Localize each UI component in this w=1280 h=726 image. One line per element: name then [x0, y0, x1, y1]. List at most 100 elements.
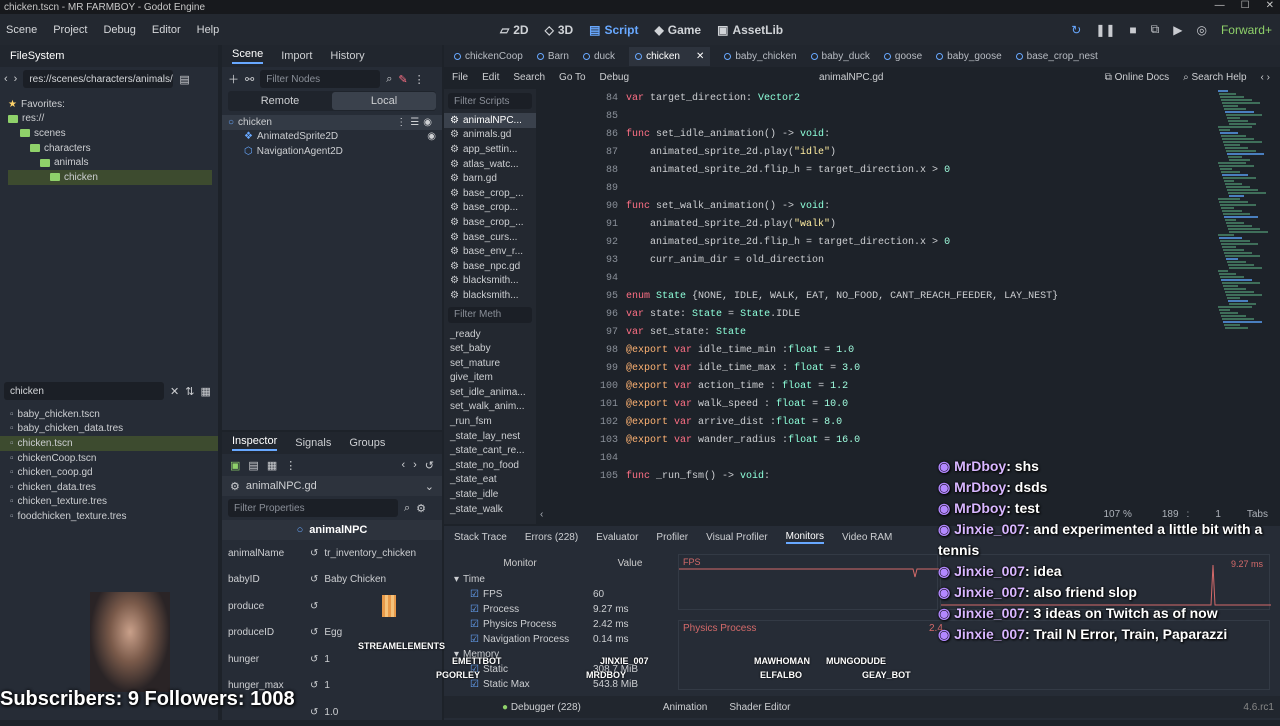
script-tab[interactable]: Barn — [536, 51, 569, 62]
workspace-2d[interactable]: ▱ 2D — [500, 23, 529, 37]
toggle-panel-icon[interactable]: ‹ — [540, 509, 543, 520]
filter-scripts-input[interactable]: Filter Scripts — [448, 93, 532, 109]
debugger-tab[interactable]: Profiler — [656, 532, 688, 543]
method-list-item[interactable]: _state_cant_re... — [444, 443, 536, 458]
history-forward-icon[interactable]: › — [413, 459, 417, 471]
online-docs-button[interactable]: ⧉ Online Docs — [1105, 72, 1169, 83]
debugger-tab[interactable]: Video RAM — [842, 532, 892, 543]
local-button[interactable]: Local — [332, 92, 436, 110]
workspace-assetlib[interactable]: ▣ AssetLib — [717, 23, 783, 37]
revert-icon[interactable]: ↺ — [310, 548, 318, 559]
settings-icon[interactable]: ⚙ — [416, 502, 426, 515]
scene-node-sprite[interactable]: ❖ AnimatedSprite2D ◉ — [222, 130, 442, 145]
script-list-item[interactable]: ⚙ app_settin... — [444, 142, 536, 157]
revert-icon[interactable]: ↺ — [310, 680, 318, 691]
menu-script-debug[interactable]: Debug — [600, 72, 629, 83]
tab-inspector[interactable]: Inspector — [232, 435, 278, 451]
revert-icon[interactable]: ↺ — [310, 574, 318, 585]
tree-item-characters[interactable]: characters — [8, 141, 218, 156]
script-list-item[interactable]: ⚙ barn.gd — [444, 171, 536, 186]
method-list-item[interactable]: _run_fsm — [444, 414, 536, 429]
remote-button[interactable]: Remote — [228, 95, 332, 107]
script-tab[interactable]: chickenCoop — [454, 51, 523, 62]
new-resource-icon[interactable]: ▣ — [230, 459, 240, 472]
menu-goto[interactable]: Go To — [559, 72, 586, 83]
favorites-item[interactable]: ★ Favorites: — [8, 97, 218, 112]
method-list-item[interactable]: give_item — [444, 371, 536, 386]
reload-icon[interactable]: ↻ — [1071, 23, 1081, 37]
menu-scene[interactable]: Scene — [6, 24, 37, 36]
clear-icon[interactable]: ✕ — [170, 385, 179, 398]
menu-search[interactable]: Search — [513, 72, 545, 83]
checkbox[interactable]: ☑ — [470, 589, 479, 600]
property-value[interactable]: Baby Chicken — [324, 574, 436, 585]
property-value[interactable]: Egg — [324, 627, 436, 638]
search-help-button[interactable]: ⌕ Search Help — [1183, 72, 1246, 83]
property-value[interactable]: 1 — [324, 654, 436, 665]
remote-debug-icon[interactable]: ⧉ — [1151, 22, 1160, 37]
method-list-item[interactable]: _state_lay_nest — [444, 429, 536, 444]
checkbox[interactable]: ☑ — [470, 619, 479, 630]
method-list-item[interactable]: _ready — [444, 327, 536, 342]
code-area[interactable]: 84 var target_direction: Vector2 85 86 func … — [582, 89, 1222, 497]
tree-item-scenes[interactable]: scenes — [8, 126, 218, 141]
filesystem-search-input[interactable]: chicken — [4, 382, 164, 400]
visibility-icon[interactable]: ◉ — [427, 131, 436, 142]
script-list-item[interactable]: ⚙ base_env_r... — [444, 244, 536, 259]
code-minimap[interactable] — [1218, 89, 1270, 499]
tab-debugger[interactable]: ● Debugger (228) — [502, 702, 581, 713]
menu-editor[interactable]: Editor — [152, 24, 181, 36]
script-tab[interactable]: baby_goose — [936, 51, 1002, 62]
workspace-script[interactable]: ▤ Script — [589, 23, 638, 37]
revert-icon[interactable]: ↺ — [310, 654, 318, 665]
node-status-icons[interactable]: ⋮☰◉ — [396, 117, 436, 128]
search-result-item[interactable]: ▫ chicken_data.tres — [0, 480, 218, 495]
inspector-resource[interactable]: ⚙ animalNPC.gd ⌄ — [222, 476, 442, 496]
renderer-select[interactable]: Forward+ — [1221, 23, 1272, 37]
script-icon[interactable]: ✎ — [398, 73, 407, 86]
grid-icon[interactable]: ▦ — [200, 385, 210, 398]
debugger-tab[interactable]: Evaluator — [596, 532, 638, 543]
method-list-item[interactable]: _state_eat — [444, 473, 536, 488]
debugger-tab[interactable]: Monitors — [785, 531, 824, 544]
tab-shader-editor[interactable]: Shader Editor — [729, 702, 790, 713]
play-scene-icon[interactable]: ▶ — [1173, 23, 1182, 37]
add-node-icon[interactable]: ＋ — [228, 71, 239, 87]
maximize-button[interactable]: ☐ — [1241, 0, 1250, 11]
script-list-item[interactable]: ⚙ base_crop... — [444, 201, 536, 216]
checkbox[interactable]: ☑ — [470, 634, 479, 645]
menu-icon[interactable]: ⋮ — [414, 73, 425, 86]
debugger-tab[interactable]: Visual Profiler — [706, 532, 768, 543]
minimize-button[interactable]: — — [1215, 0, 1225, 11]
script-list-item[interactable]: ⚙ base_npc.gd — [444, 259, 536, 274]
script-list-item[interactable]: ⚙ atlas_watc... — [444, 157, 536, 172]
search-result-item[interactable]: ▫ baby_chicken.tscn — [0, 407, 218, 422]
search-result-item[interactable]: ▫ foodchicken_texture.tres — [0, 509, 218, 524]
script-list-item[interactable]: ⚙ blacksmith... — [444, 274, 536, 289]
script-tab[interactable]: goose — [883, 51, 922, 62]
method-list-item[interactable]: set_baby — [444, 341, 536, 356]
debugger-tab[interactable]: Errors (228) — [525, 532, 578, 543]
script-list-item[interactable]: ⚙ base_curs... — [444, 230, 536, 245]
revert-icon[interactable]: ↺ — [310, 601, 318, 612]
scene-node-root[interactable]: ○ chicken ⋮☰◉ — [222, 115, 442, 130]
workspace-3d[interactable]: ◇ 3D — [545, 23, 574, 37]
script-list-item[interactable]: ⚙ base_crop_... — [444, 215, 536, 230]
path-field[interactable]: res://scenes/characters/animals/ — [23, 70, 174, 88]
debugger-tab[interactable]: Stack Trace — [454, 532, 507, 543]
close-button[interactable]: ✕ — [1266, 0, 1274, 11]
monitor-section-time[interactable]: ▾ Time — [450, 572, 672, 587]
search-result-item[interactable]: ▫ chicken_coop.gd — [0, 465, 218, 480]
workspace-game[interactable]: ◆ Game — [655, 23, 702, 37]
property-value[interactable]: 1.0 — [324, 707, 436, 718]
forward-icon[interactable]: › — [14, 73, 18, 85]
property-value[interactable]: tr_inventory_chicken — [324, 548, 436, 559]
script-tab[interactable]: baby_duck — [810, 51, 870, 62]
save-icon[interactable]: ▦ — [267, 459, 277, 472]
stop-icon[interactable]: ■ — [1129, 23, 1136, 37]
nav-arrows[interactable]: ‹ › — [1261, 72, 1270, 83]
tab-animation[interactable]: Animation — [663, 702, 707, 713]
history-icon[interactable]: ↺ — [425, 459, 434, 472]
script-list-item[interactable]: ⚙ animalNPC... — [444, 113, 536, 128]
movie-icon[interactable]: ◎ — [1196, 23, 1206, 37]
